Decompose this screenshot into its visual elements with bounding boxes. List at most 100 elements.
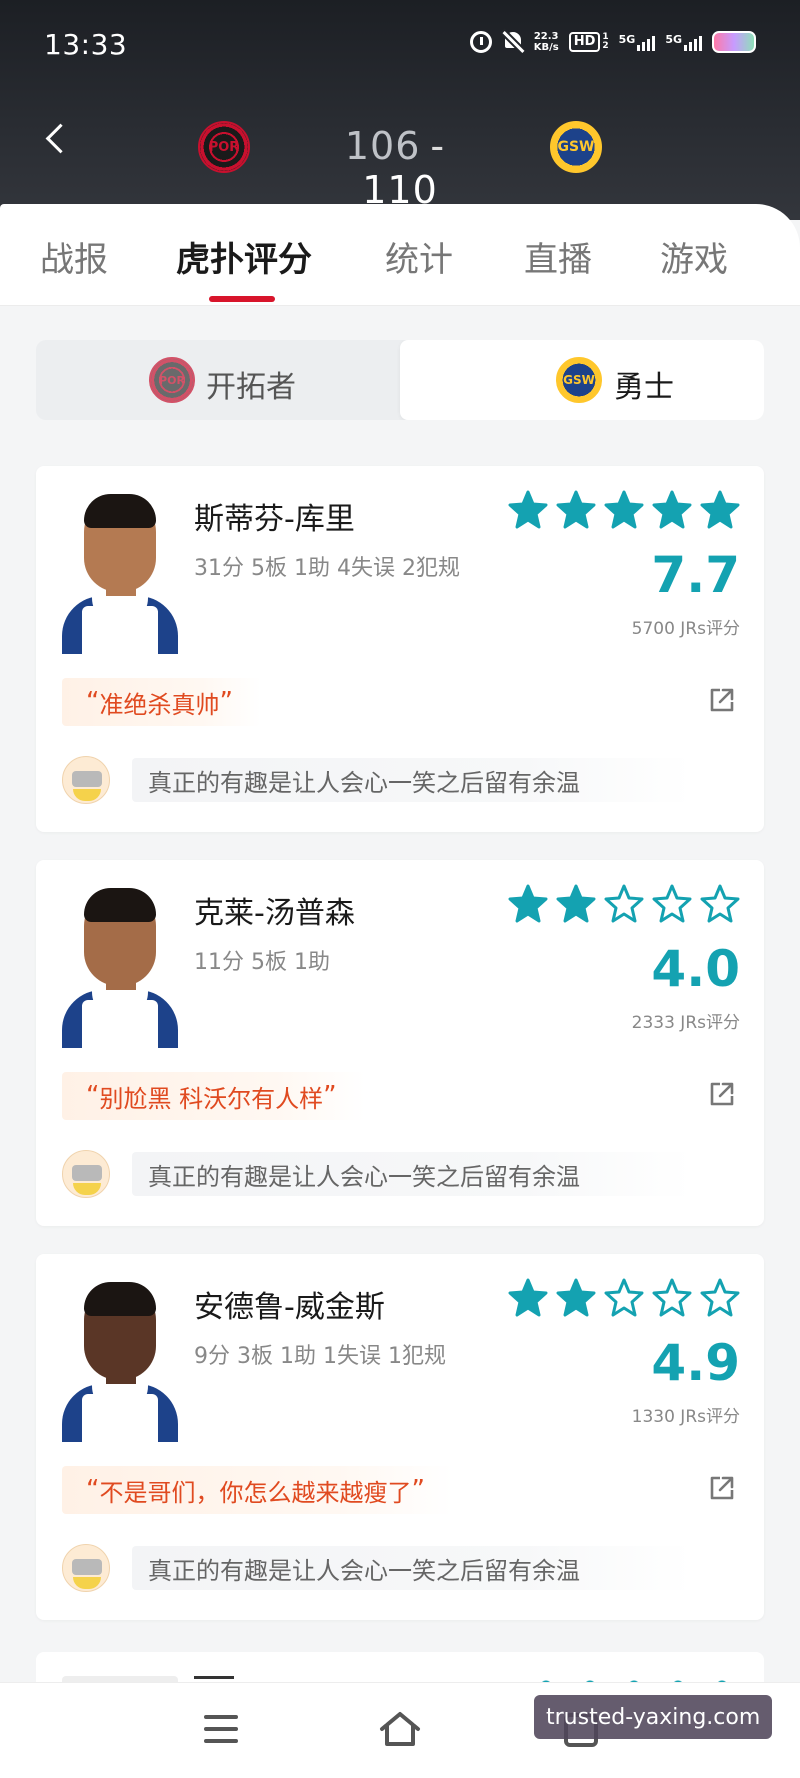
star-empty-icon[interactable] — [652, 1278, 692, 1318]
home-team-logo[interactable]: POR — [198, 121, 250, 173]
tab-stats[interactable]: 统计 — [385, 232, 453, 281]
star-empty-icon[interactable] — [700, 884, 740, 924]
blazers-logo-icon: POR — [149, 357, 195, 403]
rating-score: 4.9 — [651, 1334, 740, 1392]
commenter-avatar[interactable] — [62, 1150, 110, 1198]
share-icon[interactable] — [708, 1474, 736, 1502]
player-stats: 11分 5板 1助 — [194, 950, 330, 975]
top-quote[interactable]: “别尬黑 科沃尔有人样” — [62, 1072, 365, 1120]
network-speed-value: 22.3 — [533, 31, 559, 42]
home-icon[interactable] — [378, 1709, 422, 1749]
comment-text[interactable]: 真正的有趣是让人会心一笑之后留有余温 — [132, 1546, 692, 1590]
rating-stars[interactable] — [508, 1278, 740, 1318]
player-card[interactable]: 安德鲁-威金斯 9分 3板 1助 1失误 1犯规 4.9 1330 JRs评分 “不是哥… — [36, 1254, 764, 1620]
tab-games[interactable]: 游戏 — [660, 232, 728, 281]
star-filled-icon[interactable] — [556, 1278, 596, 1318]
share-icon[interactable] — [708, 686, 736, 714]
top-quote-text: 准绝杀真帅 — [99, 690, 220, 719]
quote-close-mark: ” — [411, 1475, 425, 1505]
star-filled-icon[interactable] — [508, 1278, 548, 1318]
rating-stars[interactable] — [508, 884, 740, 924]
player-avatar[interactable] — [62, 884, 178, 1048]
star-filled-icon[interactable] — [652, 490, 692, 530]
rating-score: 7.7 — [651, 546, 740, 604]
team-option-label: 开拓者 — [206, 370, 296, 405]
player-avatar[interactable] — [62, 490, 178, 654]
hd-voice-icon: HD 1 2 — [568, 32, 609, 52]
rating-score: 4.0 — [651, 940, 740, 998]
mute-icon — [502, 30, 524, 54]
watermark: trusted-yaxing.com — [534, 1695, 773, 1739]
top-quote[interactable]: “不是哥们，你怎么越来越瘦了” — [62, 1466, 453, 1514]
team-option-label: 勇士 — [614, 370, 674, 405]
score-separator: - — [430, 124, 446, 168]
player-name[interactable]: 斯蒂芬-库里 — [194, 494, 355, 538]
back-button[interactable] — [36, 120, 76, 160]
signal-label-2: 5G — [665, 33, 682, 46]
top-quote-text: 不是哥们，你怎么越来越瘦了 — [99, 1478, 412, 1507]
player-stats: 31分 5板 1助 4失误 2犯规 — [194, 556, 460, 581]
star-filled-icon[interactable] — [556, 490, 596, 530]
signal-icon-2: 5G — [665, 33, 702, 51]
away-team-abbr: GSW — [557, 139, 595, 155]
star-filled-icon[interactable] — [508, 884, 548, 924]
blazers-logo-abbr: POR — [159, 373, 185, 387]
status-bar: 13:33 22.3 KB/s HD 1 2 5G 5G — [0, 0, 800, 90]
comment-text[interactable]: 真正的有趣是让人会心一笑之后留有余温 — [132, 1152, 692, 1196]
scoreline: 106 -110 — [310, 124, 490, 212]
signal-icon-1: 5G — [619, 33, 656, 51]
tab-bar: 战报 虎扑评分 统计 直播 游戏 — [0, 232, 800, 282]
star-empty-icon[interactable] — [604, 1278, 644, 1318]
warriors-logo-abbr: GSW — [563, 373, 595, 387]
player-card[interactable]: 斯蒂芬-库里 31分 5板 1助 4失误 2犯规 7.7 5700 JRs评分 “准绝杀… — [36, 466, 764, 832]
tab-report[interactable]: 战报 — [40, 232, 108, 281]
quote-open-mark: “ — [86, 1081, 100, 1111]
quote-close-mark: ” — [219, 687, 233, 717]
quote-open-mark: “ — [86, 687, 100, 717]
commenter-avatar[interactable] — [62, 756, 110, 804]
player-name[interactable]: 安德鲁-威金斯 — [194, 1282, 385, 1326]
away-team-logo[interactable]: GSW — [550, 121, 602, 173]
top-quote[interactable]: “准绝杀真帅” — [62, 678, 261, 726]
team-option-warriors[interactable]: GSW 勇士 — [400, 340, 764, 420]
player-card[interactable]: 克莱-汤普森 11分 5板 1助 4.0 2333 JRs评分 “别尬黑 科沃尔有人样”… — [36, 860, 764, 1226]
home-score: 106 — [344, 124, 421, 168]
team-option-blazers[interactable]: POR 开拓者 — [36, 340, 400, 420]
warriors-logo-icon: GSW — [556, 357, 602, 403]
player-name[interactable]: 克莱-汤普森 — [194, 888, 355, 932]
battery-icon — [712, 31, 756, 53]
signal-label-1: 5G — [618, 33, 636, 46]
star-filled-icon[interactable] — [604, 490, 644, 530]
top-quote-text: 别尬黑 科沃尔有人样 — [99, 1084, 324, 1113]
status-icons: 22.3 KB/s HD 1 2 5G 5G — [469, 30, 756, 54]
star-empty-icon[interactable] — [700, 1278, 740, 1318]
star-filled-icon[interactable] — [700, 490, 740, 530]
network-speed-unit: KB/s — [533, 42, 559, 53]
hd-label: HD — [568, 32, 601, 52]
star-filled-icon[interactable] — [508, 490, 548, 530]
comment-text[interactable]: 真正的有趣是让人会心一笑之后留有余温 — [132, 758, 692, 802]
menu-icon[interactable] — [204, 1715, 240, 1745]
quote-close-mark: ” — [323, 1081, 337, 1111]
rating-count: 5700 JRs评分 — [631, 619, 740, 639]
home-team-abbr: POR — [208, 139, 240, 155]
quote-open-mark: “ — [86, 1475, 100, 1505]
player-avatar[interactable] — [62, 1278, 178, 1442]
team-switcher: POR 开拓者 GSW 勇士 — [36, 340, 764, 420]
rating-stars[interactable] — [508, 490, 740, 530]
tab-live[interactable]: 直播 — [524, 232, 592, 281]
alarm-icon — [469, 31, 492, 53]
network-speed: 22.3 KB/s — [534, 31, 559, 53]
active-tab-indicator — [209, 296, 275, 302]
tab-sheet: 战报 虎扑评分 统计 直播 游戏 — [0, 204, 800, 306]
star-filled-icon[interactable] — [556, 884, 596, 924]
player-stats: 9分 3板 1助 1失误 1犯规 — [194, 1344, 446, 1369]
commenter-avatar[interactable] — [62, 1544, 110, 1592]
tab-hupu-rating[interactable]: 虎扑评分 — [176, 232, 312, 281]
rating-count: 1330 JRs评分 — [631, 1407, 740, 1427]
star-empty-icon[interactable] — [604, 884, 644, 924]
status-time: 13:33 — [44, 28, 128, 61]
hd-sub-2: 2 — [602, 41, 609, 51]
share-icon[interactable] — [708, 1080, 736, 1108]
star-empty-icon[interactable] — [652, 884, 692, 924]
